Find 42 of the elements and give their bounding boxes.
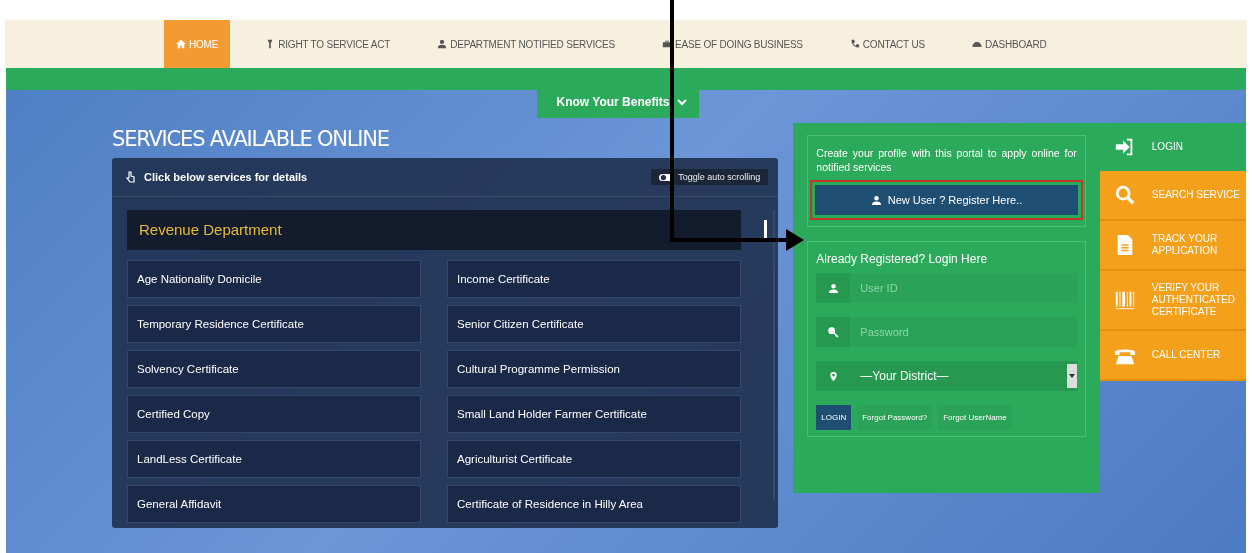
service-item[interactable]: Temporary Residence Certificate: [127, 305, 421, 343]
register-intro: Create your profile with this portal to apply online for notified services: [816, 146, 1077, 174]
department-heading: Revenue Department: [127, 210, 741, 250]
nav-link[interactable]: CONTACT US: [837, 20, 937, 68]
chevron-down-icon: [677, 97, 688, 107]
district-dropdown[interactable]: —Your District—: [850, 361, 1077, 391]
service-item[interactable]: Income Certificate: [447, 260, 741, 298]
input-field[interactable]: User ID: [850, 273, 1077, 303]
service-item[interactable]: Senior Citizen Certificate: [447, 305, 741, 343]
service-item[interactable]: Small Land Holder Farmer Certificate: [447, 395, 741, 433]
phone-icon: [849, 39, 860, 49]
gauge-icon: [971, 39, 982, 49]
nav-link[interactable]: RIGHT TO SERVICE ACT: [253, 20, 403, 68]
toggle-auto-scrolling-button[interactable]: Toggle auto scrolling: [651, 169, 769, 185]
service-item[interactable]: Solvency Certificate: [127, 350, 421, 388]
service-item[interactable]: LandLess Certificate: [127, 440, 421, 478]
briefcase-icon: [662, 39, 672, 49]
user-icon: [437, 39, 448, 49]
service-item[interactable]: Cultural Programme Permission: [447, 350, 741, 388]
service-item[interactable]: Certified Copy: [127, 395, 421, 433]
nav-link[interactable]: EASE OF DOING BUSINESS: [650, 20, 815, 68]
nav-link[interactable]: DEPARTMENT NOTIFIED SERVICES: [425, 20, 627, 68]
search-icon: [1113, 184, 1136, 206]
barcode-icon: [1113, 289, 1136, 311]
caret-icon: [1066, 364, 1077, 388]
register-button[interactable]: New User ? Register Here..: [815, 185, 1078, 215]
home-icon: [176, 39, 186, 49]
user-icon: [870, 194, 882, 206]
nav-link[interactable]: DASHBOARD: [959, 20, 1059, 68]
panel-hint: Click below services for details: [144, 171, 309, 183]
login-heading: Already Registered? Login Here: [816, 252, 989, 266]
service-item[interactable]: Age Nationality Domicile: [127, 260, 421, 298]
pointing-hand-icon: [124, 171, 136, 183]
service-item[interactable]: Agriculturist Certificate: [447, 440, 741, 478]
login-button[interactable]: LOGIN: [816, 405, 852, 430]
input-field[interactable]: Password: [850, 317, 1077, 347]
key-icon: [827, 326, 839, 338]
section-title: SERVICES AVAILABLE ONLINE: [112, 126, 390, 152]
user-icon: [827, 282, 839, 294]
service-item[interactable]: General Affidavit: [127, 485, 421, 523]
service-item[interactable]: Certificate of Residence in Hilly Area: [447, 485, 741, 523]
map-pin-icon: [827, 370, 839, 382]
